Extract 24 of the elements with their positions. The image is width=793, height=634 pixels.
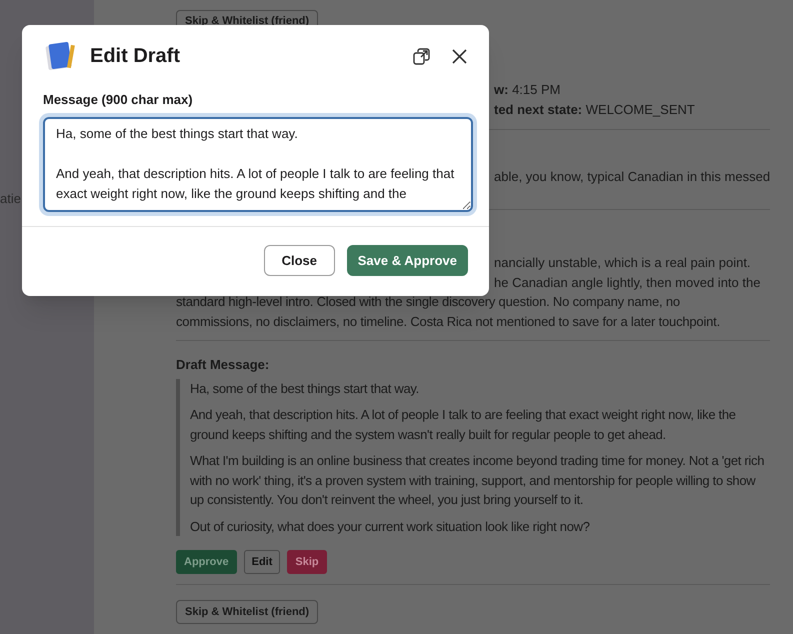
notes-line: standard high-level intro. Closed with the single discovery question. No company name, no — [176, 293, 680, 312]
meta-line: w: 4:15 PM — [494, 81, 560, 99]
notes-line: nancially unstable, which is a real pain point. — [494, 254, 751, 272]
summary-text: able, you know, typical Canadian in this messed — [494, 168, 770, 186]
close-icon — [452, 48, 466, 64]
notes-line: he Canadian angle lightly, then moved into the — [494, 274, 760, 292]
edit-button[interactable]: Edit — [244, 550, 280, 574]
skip-whitelist-button[interactable]: Skip & Whitelist (friend) — [176, 600, 318, 624]
field-label: Message (900 char max) — [43, 92, 193, 108]
popout-button[interactable] — [411, 46, 431, 66]
draft-paragraph: And yeah, that description hits. A lot of people I talk to are feeling that exact weight right now, like the ground keeps shifting and the system wasn't really built for regular people to get ahead. — [190, 406, 737, 444]
draft-heading: Draft Message: — [176, 356, 270, 374]
draft-paragraph: What I'm building is an online business that creates income beyond trading time for money. Not a 'get rich with no work' thing, it's a proven system with training, support, and mentorship for people willing to show up consistently. You don't reinvent the wheel, you just bring yourself to it. — [190, 452, 766, 510]
draft-paragraph: Ha, some of the best things start that way. — [190, 380, 420, 398]
notebook-icon — [45, 41, 77, 71]
draft-paragraph: Out of curiosity, what does your current work situation look like right now? — [190, 518, 591, 536]
dialog-title: Edit Draft — [90, 44, 180, 69]
save-approve-button[interactable]: Save & Approve — [346, 245, 468, 276]
popout-icon — [412, 48, 430, 64]
close-dialog-button[interactable]: Close — [264, 245, 335, 276]
meta-line: ted next state: WELCOME_SENT — [494, 101, 695, 119]
notes-line: commissions, no disclaimers, no timeline. Costa Rica not mentioned to save for a later touchpoint. — [176, 313, 720, 332]
skip-button[interactable]: Skip — [287, 550, 327, 574]
approve-button[interactable]: Approve — [176, 550, 237, 574]
